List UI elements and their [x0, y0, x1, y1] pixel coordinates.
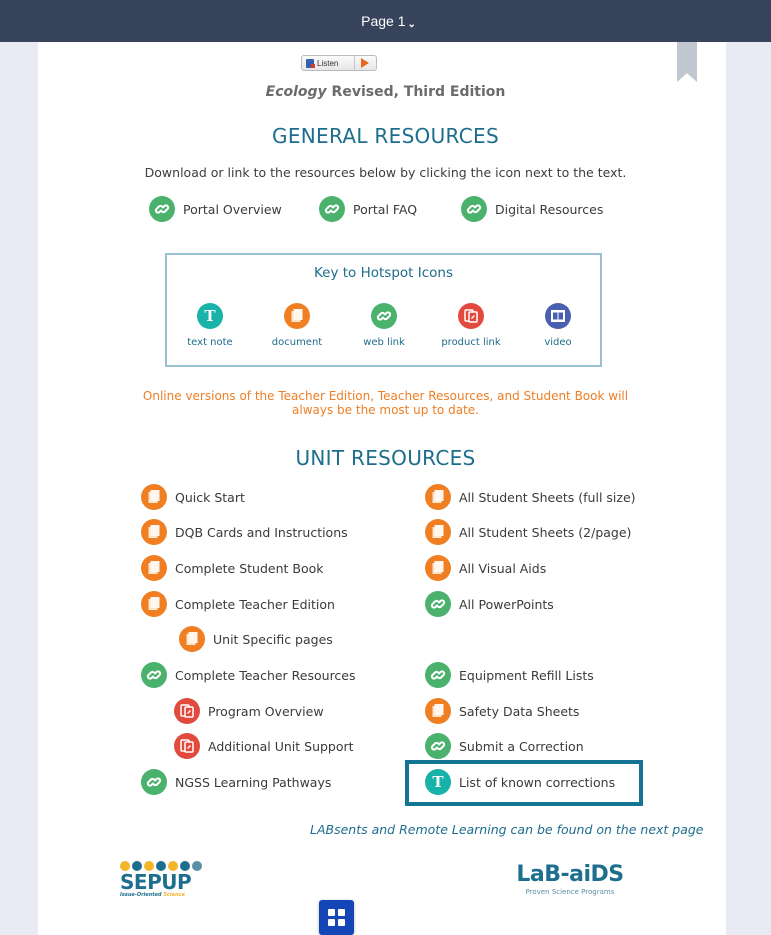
web-link-icon[interactable] [425, 591, 451, 617]
unit-item-student-book[interactable]: Complete Student Book [141, 555, 324, 581]
labsents-note: LABsents and Remote Learning can be foun… [310, 822, 704, 837]
product-link-icon [458, 303, 484, 329]
unit-item-visual-aids[interactable]: All Visual Aids [425, 555, 546, 581]
highlight-box [405, 760, 643, 806]
unit-item-dqb-cards[interactable]: DQB Cards and Instructions [141, 519, 348, 545]
document-icon[interactable] [141, 519, 167, 545]
document-icon[interactable] [425, 698, 451, 724]
speaker-icon [306, 58, 315, 68]
play-icon[interactable] [361, 58, 369, 68]
unit-item-program-overview[interactable]: Program Overview [174, 698, 324, 724]
key-title: Key to Hotspot Icons [313, 265, 453, 281]
hotspot-key-box: Key to Hotspot Icons T text note documen… [165, 253, 602, 367]
unit-item-ngss-pathways[interactable]: NGSS Learning Pathways [141, 769, 331, 795]
listen-label: Listen [317, 56, 355, 70]
top-toolbar: Page 1 ⌄ [0, 0, 771, 42]
web-link-icon[interactable] [425, 733, 451, 759]
unit-item-equipment-refill[interactable]: Equipment Refill Lists [425, 662, 594, 688]
key-item-text-note: T text note [165, 303, 255, 348]
text-note-icon: T [197, 303, 223, 329]
key-item-web-link: web link [339, 303, 429, 348]
web-link-icon[interactable] [149, 196, 175, 222]
chevron-down-icon: ⌄ [407, 19, 416, 30]
product-link-icon[interactable] [174, 698, 200, 724]
unit-item-safety-data[interactable]: Safety Data Sheets [425, 698, 579, 724]
unit-item-student-sheets-full[interactable]: All Student Sheets (full size) [425, 484, 636, 510]
general-link-portal-faq[interactable]: Portal FAQ [319, 196, 417, 222]
document-icon [284, 303, 310, 329]
sepup-logo: SEPUP Issue-Oriented Science [120, 860, 210, 906]
unit-item-teacher-resources[interactable]: Complete Teacher Resources [141, 662, 356, 688]
unit-item-additional-support[interactable]: Additional Unit Support [174, 733, 354, 759]
unit-resources-heading: UNIT RESOURCES [295, 446, 476, 470]
video-icon [545, 303, 571, 329]
web-link-icon[interactable] [425, 662, 451, 688]
page-label: Page 1 [361, 13, 406, 29]
web-link-icon[interactable] [319, 196, 345, 222]
unit-item-quick-start[interactable]: Quick Start [141, 484, 245, 510]
web-link-icon[interactable] [461, 196, 487, 222]
document-icon[interactable] [425, 555, 451, 581]
key-item-document: document [252, 303, 342, 348]
key-item-product-link: product link [426, 303, 516, 348]
document-icon[interactable] [141, 484, 167, 510]
page-selector[interactable]: Page 1 ⌄ [361, 13, 416, 30]
unit-item-unit-specific-pages[interactable]: Unit Specific pages [179, 626, 333, 652]
grid-menu-button[interactable] [319, 900, 354, 935]
general-link-portal-overview[interactable]: Portal Overview [149, 196, 282, 222]
listen-button[interactable]: Listen [301, 55, 377, 71]
instructions-text: Download or link to the resources below … [144, 165, 627, 180]
document-icon[interactable] [425, 519, 451, 545]
unit-item-submit-correction[interactable]: Submit a Correction [425, 733, 584, 759]
document-icon[interactable] [425, 484, 451, 510]
general-link-digital-resources[interactable]: Digital Resources [461, 196, 603, 222]
product-link-icon[interactable] [174, 733, 200, 759]
document-icon[interactable] [141, 555, 167, 581]
web-link-icon[interactable] [141, 769, 167, 795]
book-title: Ecology Revised, Third Edition [265, 84, 506, 100]
web-link-icon [371, 303, 397, 329]
unit-item-teacher-edition[interactable]: Complete Teacher Edition [141, 591, 335, 617]
labaids-logo: LaB-aiDS Proven Science Programs [516, 862, 624, 896]
unit-item-powerpoints[interactable]: All PowerPoints [425, 591, 554, 617]
general-resources-heading: GENERAL RESOURCES [272, 124, 499, 148]
document-icon[interactable] [179, 626, 205, 652]
notice-text: Online versions of the Teacher Edition, … [142, 389, 629, 417]
key-item-video: video [513, 303, 603, 348]
document-icon[interactable] [141, 591, 167, 617]
unit-item-student-sheets-2page[interactable]: All Student Sheets (2/page) [425, 519, 631, 545]
web-link-icon[interactable] [141, 662, 167, 688]
